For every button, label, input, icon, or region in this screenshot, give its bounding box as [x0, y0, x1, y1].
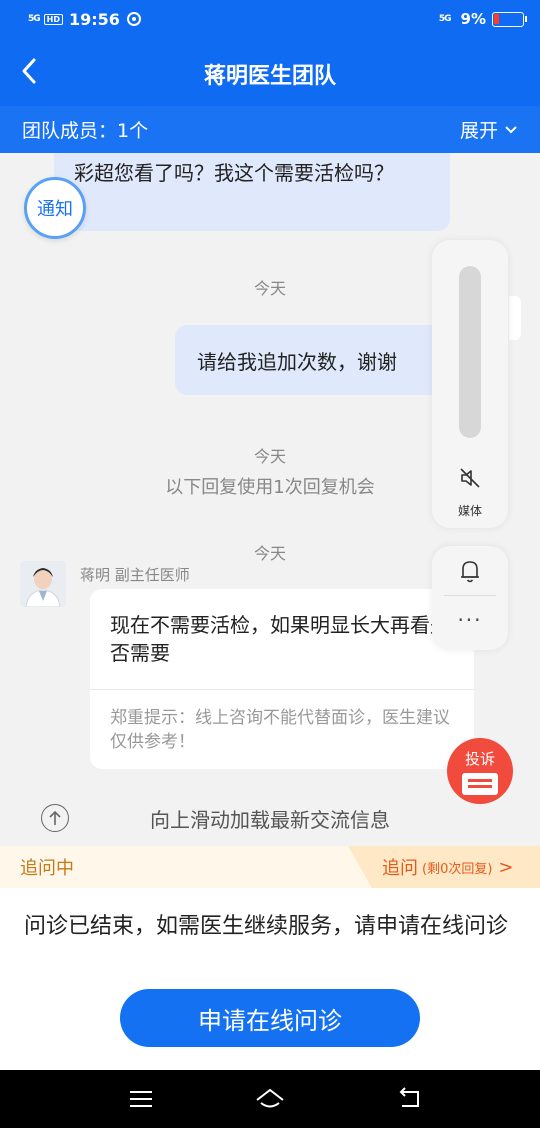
team-members-label: 团队成员：1个	[22, 120, 149, 142]
home-icon[interactable]	[255, 1084, 285, 1114]
follow-up-remaining: (剩0次回复)	[422, 861, 493, 877]
menu-icon[interactable]	[126, 1084, 156, 1114]
sync-icon	[126, 12, 141, 26]
doctor-name: 蒋明	[80, 566, 111, 584]
disclaimer-text: 郑重提示：线上咨询不能代替面诊，医生建议仅供参考！	[110, 708, 450, 752]
consultation-ended-panel: 问诊已结束，如需医生继续服务，请申请在线问诊 申请在线问诊	[0, 888, 540, 1070]
expand-label: 展开	[459, 120, 498, 142]
patient-message-bubble[interactable]: 请给我追加次数，谢谢	[175, 325, 465, 395]
team-bar: 团队成员：1个 展开	[0, 106, 540, 153]
follow-up-label: 追问	[382, 858, 418, 879]
doctor-avatar-image	[20, 561, 66, 607]
app-header: 蒋明医生团队	[0, 38, 540, 106]
follow-up-bar: 追问中 追问 (剩0次回复) >	[0, 846, 540, 888]
volume-slider[interactable]	[459, 266, 481, 438]
status-bar: 5G HD 19:56 5G 9%	[0, 0, 540, 38]
follow-up-state: 追问中	[20, 858, 74, 879]
more-icon[interactable]: ···	[432, 608, 508, 632]
load-more-text: 向上滑动加载最新交流信息	[150, 807, 390, 832]
complaint-label: 投诉	[464, 750, 495, 768]
complaint-card-icon	[462, 773, 498, 795]
apply-online-consultation-button[interactable]: 申请在线问诊	[120, 989, 420, 1047]
page-title: 蒋明医生团队	[203, 64, 336, 89]
patient-message-bubble[interactable]: 彩超您看了吗？我这个需要活检吗？	[54, 153, 450, 231]
signal-icon: 5G	[28, 14, 41, 24]
follow-up-button[interactable]: 追问 (剩0次回复) >	[348, 846, 540, 888]
battery-percent: 9%	[460, 10, 486, 28]
hd-badge: HD	[43, 13, 63, 25]
doctor-avatar[interactable]	[20, 561, 66, 607]
doctor-message-text: 现在不需要活检，如果明显长大再看是否需要	[110, 613, 450, 665]
chevron-down-icon	[505, 125, 517, 133]
edge-handle[interactable]	[509, 296, 521, 340]
expand-button[interactable]: 展开	[460, 116, 518, 143]
status-time: 19:56	[69, 9, 120, 29]
notify-button[interactable]: 通知	[24, 177, 86, 239]
doctor-message-bubble[interactable]: 现在不需要活检，如果明显长大再看是否需要 郑重提示：线上咨询不能代替面诊，医生建…	[90, 589, 474, 769]
media-label: 媒体	[457, 504, 482, 518]
chevron-right-icon: >	[498, 856, 514, 878]
consultation-ended-text: 问诊已结束，如需医生继续服务，请申请在线问诊	[24, 914, 509, 939]
divider	[444, 595, 496, 596]
signal-right-icon: 5G	[438, 14, 452, 24]
complaint-button[interactable]: 投诉	[447, 738, 513, 804]
doctor-title: 副主任医师	[114, 566, 190, 584]
load-more[interactable]: 向上滑动加载最新交流信息	[0, 799, 540, 837]
quick-actions-panel: ···	[432, 546, 508, 650]
battery-icon	[492, 11, 527, 27]
doctor-name-line: 蒋明 副主任医师	[80, 564, 190, 585]
mute-icon[interactable]	[458, 466, 482, 490]
bell-icon[interactable]	[458, 558, 482, 584]
system-nav-bar	[0, 1070, 540, 1128]
media-volume-panel: 媒体	[432, 240, 508, 528]
back-nav-icon[interactable]	[394, 1084, 424, 1114]
